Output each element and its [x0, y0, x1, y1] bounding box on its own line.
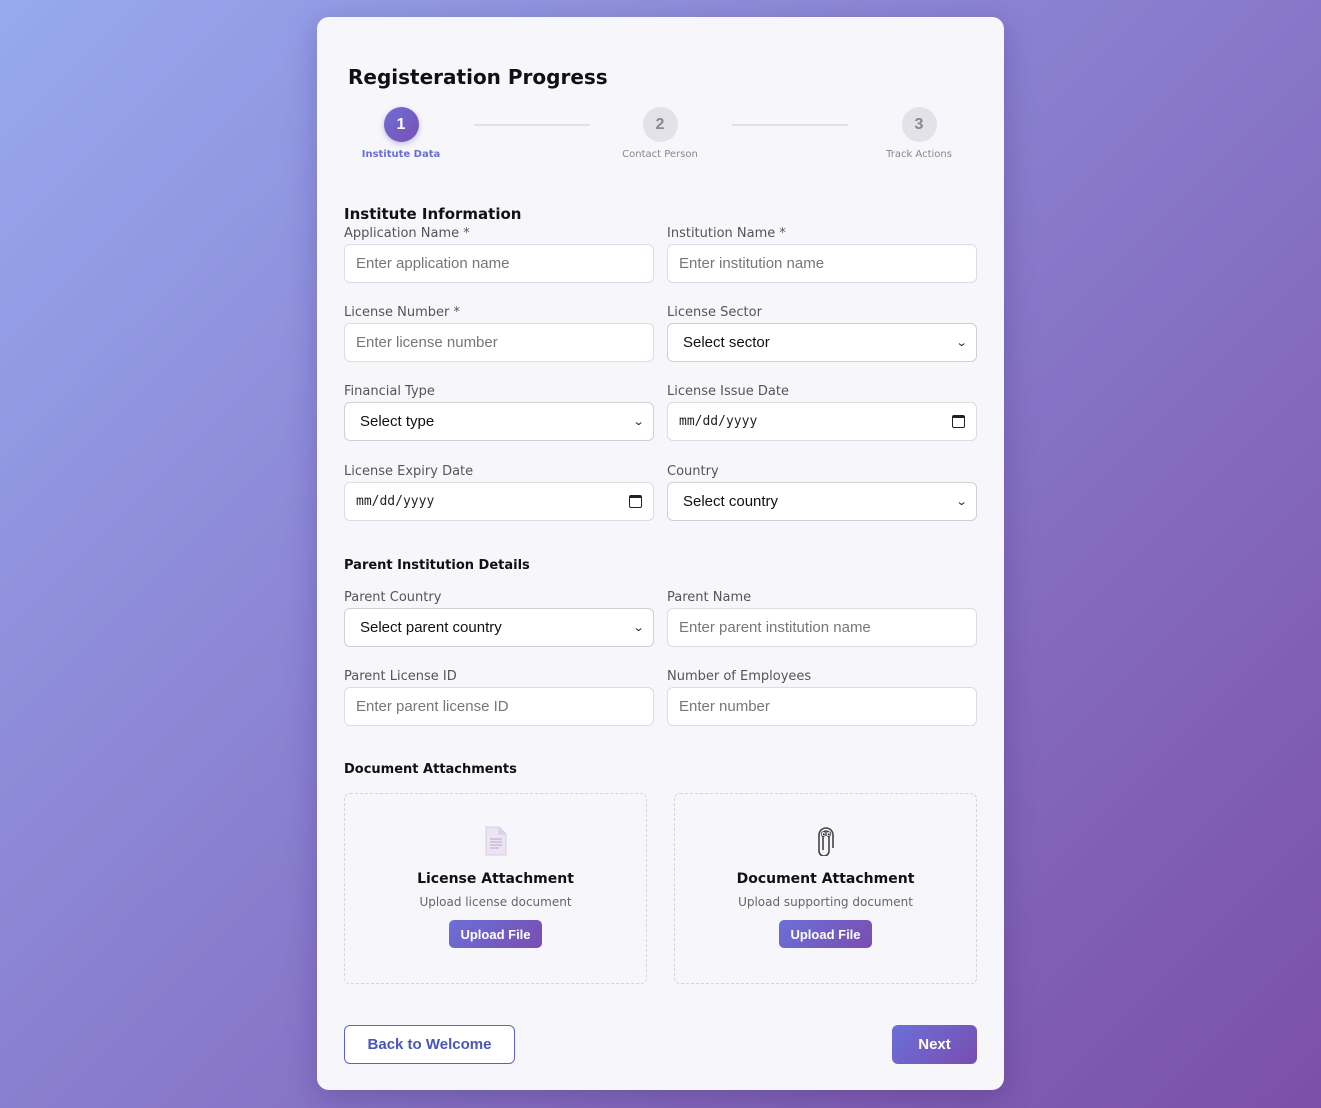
upload-document-button[interactable]: Upload File: [779, 920, 872, 948]
country-field: Country Select country ⌄: [667, 463, 977, 521]
field-label: Parent License ID: [344, 669, 457, 684]
institution-name-input[interactable]: Enter institution name: [667, 244, 977, 283]
field-label: Number of Employees: [667, 669, 812, 684]
paperclip-icon: [675, 825, 976, 857]
license-issue-date-field: License Issue Date mm/dd/yyyy: [667, 383, 977, 441]
parent-license-id-input[interactable]: Enter parent license ID: [344, 687, 654, 726]
step-connector: [732, 124, 848, 126]
employees-input[interactable]: Enter number: [667, 687, 977, 726]
field-label: License Sector: [667, 305, 762, 320]
license-sector-field: License Sector Select sector ⌄: [667, 304, 977, 362]
step-connector: [474, 124, 590, 126]
chevron-down-icon: ⌄: [955, 337, 968, 349]
upload-title: License Attachment: [417, 871, 574, 887]
license-number-field: License Number * Enter license number: [344, 304, 654, 362]
step-institute-data[interactable]: 1 Institute Data: [341, 107, 461, 160]
field-label: Application Name *: [344, 226, 470, 241]
field-label: License Expiry Date: [344, 464, 474, 479]
field-label: Institution Name *: [667, 226, 786, 241]
step-track-actions[interactable]: 3 Track Actions: [859, 107, 979, 160]
date-value: mm/dd/yyyy: [679, 414, 758, 429]
step-number: 1: [383, 107, 419, 142]
parent-name-input[interactable]: Enter parent institution name: [667, 608, 977, 647]
section-title-institute: Institute Information: [344, 205, 522, 223]
select-value: Select parent country: [360, 619, 502, 636]
chevron-down-icon: ⌄: [632, 416, 645, 428]
upload-description: Upload license document: [419, 895, 572, 909]
upload-license-button[interactable]: Upload File: [449, 920, 542, 948]
chevron-down-icon: ⌄: [632, 622, 645, 634]
license-expiry-date-field: License Expiry Date mm/dd/yyyy: [344, 463, 654, 521]
select-value: Select type: [360, 413, 435, 430]
back-to-welcome-button[interactable]: Back to Welcome: [344, 1025, 515, 1064]
financial-type-select[interactable]: Select type ⌄: [344, 402, 654, 441]
financial-type-field: Financial Type Select type ⌄: [344, 383, 654, 441]
select-value: Select sector: [683, 334, 770, 351]
field-label: Financial Type: [344, 384, 435, 399]
date-value: mm/dd/yyyy: [356, 494, 435, 509]
application-name-field: Application Name * Enter application nam…: [344, 225, 654, 283]
select-value: Select country: [683, 493, 779, 510]
step-label: Track Actions: [886, 149, 952, 160]
parent-license-id-field: Parent License ID Enter parent license I…: [344, 668, 654, 726]
calendar-icon[interactable]: [952, 415, 965, 428]
step-number: 3: [901, 107, 937, 142]
license-number-input[interactable]: Enter license number: [344, 323, 654, 362]
calendar-icon[interactable]: [629, 495, 642, 508]
step-contact-person[interactable]: 2 Contact Person: [600, 107, 720, 160]
section-title-parent: Parent Institution Details: [344, 558, 530, 573]
document-attachment-dropzone[interactable]: Document Attachment Upload supporting do…: [674, 793, 977, 984]
step-label: Institute Data: [361, 149, 441, 160]
next-button[interactable]: Next: [892, 1025, 977, 1064]
employees-field: Number of Employees Enter number: [667, 668, 977, 726]
country-select[interactable]: Select country ⌄: [667, 482, 977, 521]
document-icon: [345, 825, 646, 857]
field-label: Parent Name: [667, 590, 752, 605]
field-label: License Number *: [344, 305, 460, 320]
application-name-input[interactable]: Enter application name: [344, 244, 654, 283]
parent-country-select[interactable]: Select parent country ⌄: [344, 608, 654, 647]
upload-title: Document Attachment: [736, 871, 915, 887]
step-label: Contact Person: [622, 149, 698, 160]
registration-card: Registeration Progress 1 Institute Data …: [317, 17, 1004, 1090]
field-label: Country: [667, 464, 719, 479]
license-sector-select[interactable]: Select sector ⌄: [667, 323, 977, 362]
parent-country-field: Parent Country Select parent country ⌄: [344, 589, 654, 647]
license-issue-date-input[interactable]: mm/dd/yyyy: [667, 402, 977, 441]
parent-name-field: Parent Name Enter parent institution nam…: [667, 589, 977, 647]
section-title-attachments: Document Attachments: [344, 762, 517, 777]
field-label: License Issue Date: [667, 384, 789, 399]
upload-description: Upload supporting document: [738, 895, 913, 909]
license-attachment-dropzone[interactable]: License Attachment Upload license docume…: [344, 793, 647, 984]
license-expiry-date-input[interactable]: mm/dd/yyyy: [344, 482, 654, 521]
step-number: 2: [642, 107, 678, 142]
page-title: Registeration Progress: [348, 65, 608, 89]
field-label: Parent Country: [344, 590, 442, 605]
institution-name-field: Institution Name * Enter institution nam…: [667, 225, 977, 283]
chevron-down-icon: ⌄: [955, 496, 968, 508]
